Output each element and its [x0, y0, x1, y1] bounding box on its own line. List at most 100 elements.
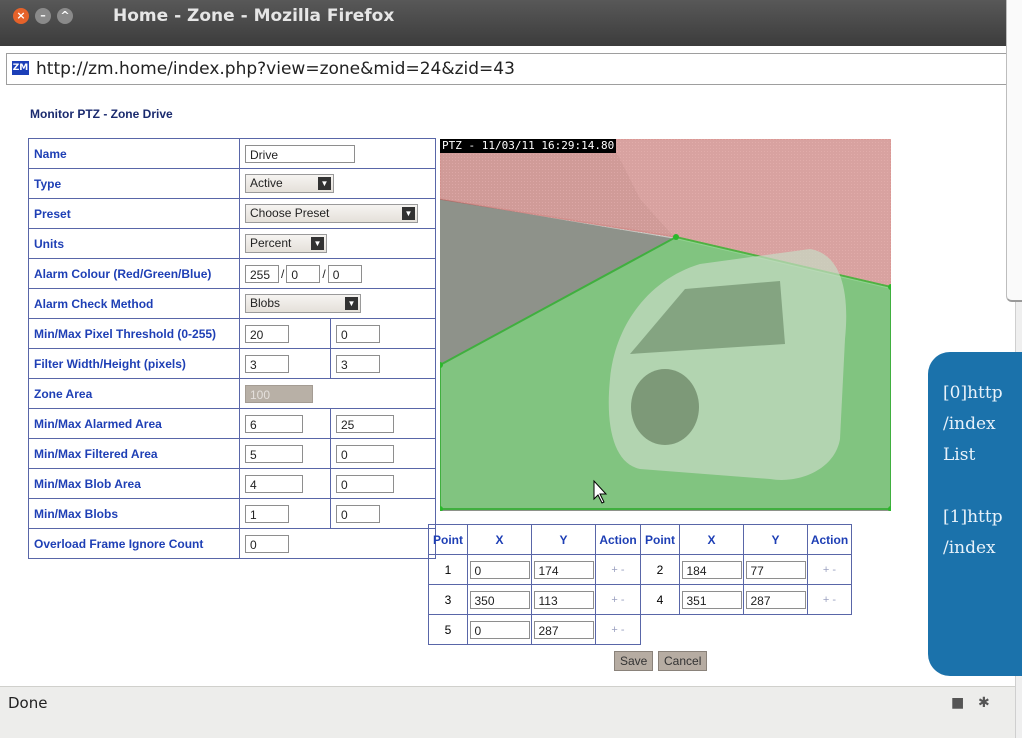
alarmed-area-min-input[interactable]: 6	[245, 414, 303, 433]
pixel-threshold-label: Min/Max Pixel Threshold (0-255)	[28, 318, 240, 349]
colour-separator: /	[281, 266, 285, 281]
blobs-max-input[interactable]: 0	[336, 504, 380, 523]
title-bar: × – ^ Home - Zone - Mozilla Firefox	[0, 0, 1015, 46]
point-y-input[interactable]: 174	[533, 560, 594, 579]
point-x-input[interactable]: 0	[469, 560, 530, 579]
point-number: 5	[428, 614, 468, 645]
table-row: Overload Frame Ignore Count 0	[28, 528, 436, 559]
blob-area-max-input[interactable]: 0	[336, 474, 394, 493]
addon-bug-icon[interactable]: ✱	[978, 695, 990, 711]
blob-area-min-input[interactable]: 4	[245, 474, 303, 493]
alarm-check-method-value: Blobs	[250, 296, 281, 310]
url-text[interactable]: http://zm.home/index.php?view=zone&mid=2…	[36, 59, 515, 79]
point-action-links[interactable]: + -	[807, 554, 852, 585]
table-row: Min/Max Pixel Threshold (0-255) 20 0	[28, 318, 436, 349]
point-number: 2	[640, 554, 680, 585]
overload-ignore-input[interactable]: 0	[245, 534, 289, 553]
point-y-input[interactable]: 287	[745, 590, 806, 609]
dropdown-arrow-icon: ▼	[402, 207, 415, 220]
type-value: Active	[250, 176, 283, 190]
y-header: Y	[531, 524, 596, 555]
table-row: Min/Max Blobs 1 0	[28, 498, 436, 529]
point-x-input[interactable]: 184	[681, 560, 742, 579]
alarm-blue-input[interactable]: 0	[327, 264, 362, 283]
blobs-min-input[interactable]: 1	[245, 504, 289, 523]
filtered-area-label: Min/Max Filtered Area	[28, 438, 240, 469]
alarmed-area-label: Min/Max Alarmed Area	[28, 408, 240, 439]
point-action-links[interactable]: + -	[595, 554, 641, 585]
point-number: 1	[428, 554, 468, 585]
point-y-input[interactable]: 77	[745, 560, 806, 579]
table-row: Name Drive	[28, 138, 436, 169]
units-value: Percent	[250, 236, 292, 250]
table-row: Zone Area 100	[28, 378, 436, 409]
table-row: Point X Y Action	[428, 524, 641, 555]
table-row: 5 0 287 + -	[428, 614, 641, 645]
zone-point-handle[interactable]	[673, 234, 679, 240]
y-header: Y	[743, 524, 808, 555]
point-y-input[interactable]: 287	[533, 620, 594, 639]
page-title: Monitor PTZ - Zone Drive	[30, 107, 173, 121]
units-select[interactable]: Percent ▼	[245, 234, 327, 253]
pixel-threshold-max-input[interactable]: 0	[336, 324, 380, 343]
name-input[interactable]: Drive	[245, 144, 355, 163]
save-button[interactable]: Save	[614, 651, 654, 671]
tooltip-line: List	[943, 445, 976, 465]
point-action-links[interactable]: + -	[595, 614, 641, 645]
table-row: 4 351 287 + -	[640, 584, 852, 615]
table-row: Min/Max Blob Area 4 0	[28, 468, 436, 499]
maximize-window-icon[interactable]: ^	[57, 8, 73, 24]
blob-area-label: Min/Max Blob Area	[28, 468, 240, 499]
overload-ignore-label: Overload Frame Ignore Count	[28, 528, 240, 559]
side-panel-edge	[1006, 0, 1022, 302]
table-row: Preset Choose Preset ▼	[28, 198, 436, 229]
type-label: Type	[28, 168, 240, 199]
type-select[interactable]: Active ▼	[245, 174, 334, 193]
action-header: Action	[807, 524, 852, 555]
filter-height-input[interactable]: 3	[336, 354, 380, 373]
address-bar[interactable]: ZM http://zm.home/index.php?view=zone&mi…	[6, 53, 1015, 85]
x-header: X	[467, 524, 532, 555]
filtered-area-max-input[interactable]: 0	[336, 444, 394, 463]
close-window-icon[interactable]: ×	[13, 8, 29, 24]
filtered-area-min-input[interactable]: 5	[245, 444, 303, 463]
addon-monkey-icon[interactable]: ■	[951, 695, 964, 711]
colour-separator: /	[322, 266, 326, 281]
x-header: X	[679, 524, 744, 555]
table-row: Type Active ▼	[28, 168, 436, 199]
camera-scene	[440, 139, 891, 511]
pixel-threshold-min-input[interactable]: 20	[245, 324, 289, 343]
point-action-links[interactable]: + -	[595, 584, 641, 615]
table-row: 1 0 174 + -	[428, 554, 641, 585]
alarmed-area-max-input[interactable]: 25	[336, 414, 394, 433]
filter-width-input[interactable]: 3	[245, 354, 289, 373]
tooltip-spacer	[943, 471, 1022, 502]
window-title: Home - Zone - Mozilla Firefox	[113, 6, 395, 26]
browser-window: × – ^ Home - Zone - Mozilla Firefox ZM h…	[0, 0, 1015, 738]
page-content: Monitor PTZ - Zone Drive Name Drive Type…	[10, 88, 1015, 709]
alarm-check-method-select[interactable]: Blobs ▼	[245, 294, 361, 313]
spare-wheel-shape	[631, 369, 699, 445]
action-header: Action	[595, 524, 641, 555]
zm-favicon-icon: ZM	[12, 61, 29, 75]
table-row: Min/Max Alarmed Area 6 25	[28, 408, 436, 439]
point-x-input[interactable]: 350	[469, 590, 530, 609]
points-table-right: Point X Y Action 2 184 77 + - 4 351 287 …	[640, 524, 852, 615]
point-x-input[interactable]: 0	[469, 620, 530, 639]
point-y-input[interactable]: 113	[533, 590, 594, 609]
point-x-input[interactable]: 351	[681, 590, 742, 609]
zone-area-label: Zone Area	[28, 378, 240, 409]
point-action-links[interactable]: + -	[807, 584, 852, 615]
alarm-green-input[interactable]: 0	[286, 264, 321, 283]
dropdown-arrow-icon: ▼	[345, 297, 358, 310]
point-number: 4	[640, 584, 680, 615]
alarm-red-input[interactable]: 255	[245, 264, 279, 283]
blobs-label: Min/Max Blobs	[28, 498, 240, 529]
alarm-check-method-label: Alarm Check Method	[28, 288, 240, 319]
minimize-window-icon[interactable]: –	[35, 8, 51, 24]
cancel-button[interactable]: Cancel	[658, 651, 708, 671]
points-table-left: Point X Y Action 1 0 174 + - 3 350 113 +…	[428, 524, 641, 645]
tooltip-line: /index	[943, 414, 996, 434]
camera-zone-image[interactable]: PTZ - 11/03/11 16:29:14.80	[440, 139, 891, 511]
preset-select[interactable]: Choose Preset ▼	[245, 204, 418, 223]
